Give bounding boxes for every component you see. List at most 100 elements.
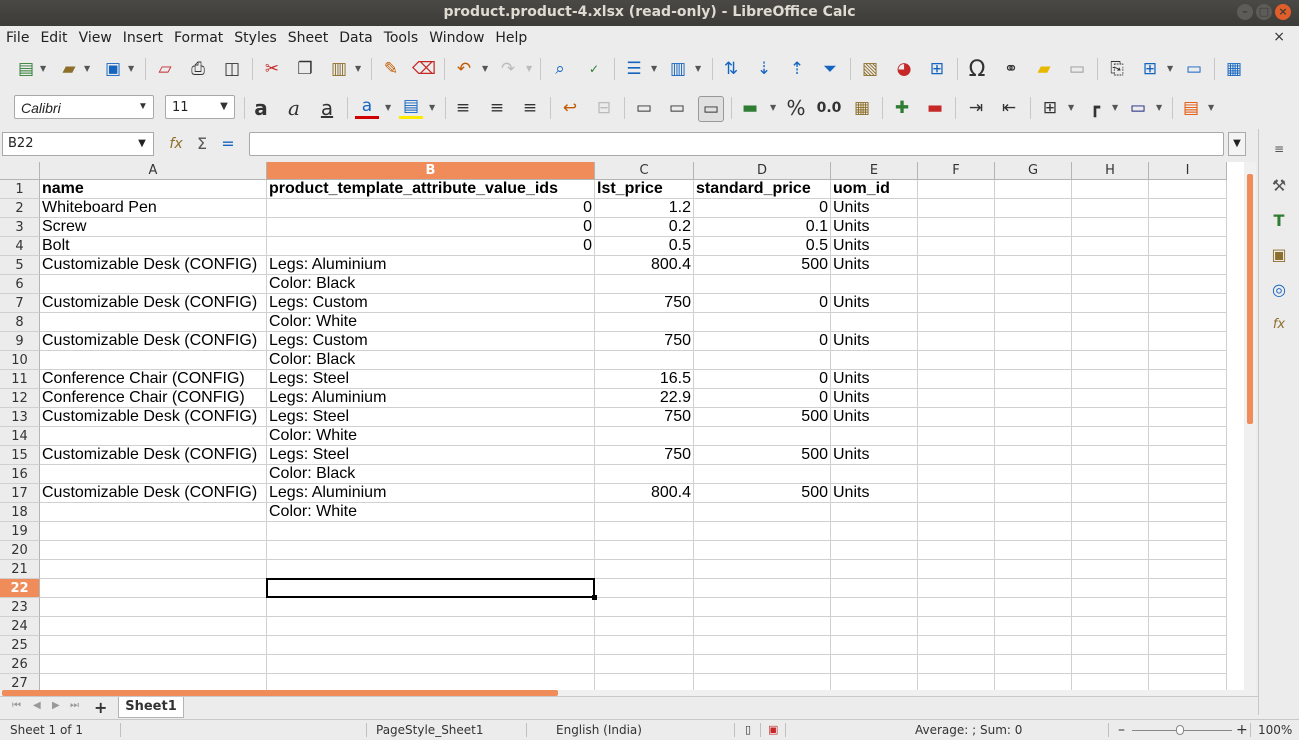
- first-sheet-icon[interactable]: ⏮: [12, 700, 21, 711]
- cell-b4[interactable]: 0: [267, 237, 595, 256]
- vertical-scrollbar[interactable]: [1244, 162, 1256, 690]
- border-color-icon[interactable]: ▭: [1126, 96, 1150, 120]
- next-sheet-icon[interactable]: ▶: [52, 700, 60, 711]
- cell-h27[interactable]: [1072, 674, 1149, 690]
- cell-g20[interactable]: [995, 541, 1072, 560]
- menu-sheet[interactable]: Sheet: [283, 26, 333, 50]
- gallery-icon[interactable]: ▣: [1267, 243, 1291, 267]
- cell-e5[interactable]: Units: [831, 256, 918, 275]
- cell-d5[interactable]: 500: [694, 256, 831, 275]
- vertical-scroll-thumb[interactable]: [1247, 174, 1253, 424]
- spellcheck-icon[interactable]: ✓: [582, 57, 606, 81]
- row-header[interactable]: 5: [0, 256, 40, 275]
- sort-ascending-icon[interactable]: ⇣: [752, 57, 776, 81]
- cell-d13[interactable]: 500: [694, 408, 831, 427]
- expand-formula-bar-icon[interactable]: ▼: [1228, 132, 1246, 156]
- cell-h19[interactable]: [1072, 522, 1149, 541]
- column-header-a[interactable]: A: [40, 162, 267, 180]
- cell-a17[interactable]: Customizable Desk (CONFIG): [40, 484, 267, 503]
- menu-edit[interactable]: Edit: [35, 26, 72, 50]
- cell-f9[interactable]: [918, 332, 995, 351]
- row-header[interactable]: 1: [0, 180, 40, 199]
- page-style[interactable]: PageStyle_Sheet1: [376, 720, 484, 740]
- cell-a9[interactable]: Customizable Desk (CONFIG): [40, 332, 267, 351]
- comment-icon[interactable]: ▰: [1032, 57, 1056, 81]
- cell-c16[interactable]: [595, 465, 694, 484]
- wrap-text-icon[interactable]: ↩: [558, 96, 582, 120]
- cell-f19[interactable]: [918, 522, 995, 541]
- navigator-icon[interactable]: ◎: [1267, 278, 1291, 302]
- row-header[interactable]: 14: [0, 427, 40, 446]
- column-icon[interactable]: ▥: [666, 57, 690, 81]
- percent-format-button[interactable]: %: [784, 96, 808, 120]
- open-dropdown-icon[interactable]: ▼: [84, 64, 90, 73]
- cell-e14[interactable]: [831, 427, 918, 446]
- cell-h26[interactable]: [1072, 655, 1149, 674]
- cell-b24[interactable]: [267, 617, 595, 636]
- cell-f27[interactable]: [918, 674, 995, 690]
- cell-g14[interactable]: [995, 427, 1072, 446]
- cell-f24[interactable]: [918, 617, 995, 636]
- cell-a16[interactable]: [40, 465, 267, 484]
- cell-f5[interactable]: [918, 256, 995, 275]
- cell-g1[interactable]: [995, 180, 1072, 199]
- column-dropdown-icon[interactable]: ▼: [695, 64, 701, 73]
- highlight-dropdown-icon[interactable]: ▼: [429, 103, 435, 112]
- highlight-color-icon[interactable]: ▤: [399, 96, 423, 119]
- cell-i4[interactable]: [1149, 237, 1227, 256]
- menu-window[interactable]: Window: [424, 26, 489, 50]
- cell-h24[interactable]: [1072, 617, 1149, 636]
- cell-a4[interactable]: Bolt: [40, 237, 267, 256]
- save-icon[interactable]: ▣: [101, 57, 125, 81]
- row-header[interactable]: 22: [0, 579, 40, 598]
- cell-i14[interactable]: [1149, 427, 1227, 446]
- cell-d8[interactable]: [694, 313, 831, 332]
- border-color-dropdown-icon[interactable]: ▼: [1156, 103, 1162, 112]
- cell-i9[interactable]: [1149, 332, 1227, 351]
- cell-g23[interactable]: [995, 598, 1072, 617]
- formula-input[interactable]: [249, 132, 1224, 156]
- hyperlink-icon[interactable]: ⚭: [999, 57, 1023, 81]
- cell-d12[interactable]: 0: [694, 389, 831, 408]
- cell-f26[interactable]: [918, 655, 995, 674]
- cell-g11[interactable]: [995, 370, 1072, 389]
- cell-c13[interactable]: 750: [595, 408, 694, 427]
- cell-c24[interactable]: [595, 617, 694, 636]
- cell-c3[interactable]: 0.2: [595, 218, 694, 237]
- row-header[interactable]: 11: [0, 370, 40, 389]
- cell-h13[interactable]: [1072, 408, 1149, 427]
- cell-g22[interactable]: [995, 579, 1072, 598]
- text-language[interactable]: English (India): [556, 720, 642, 740]
- menu-tools[interactable]: Tools: [379, 26, 424, 50]
- cell-f14[interactable]: [918, 427, 995, 446]
- cell-c12[interactable]: 22.9: [595, 389, 694, 408]
- new-dropdown-icon[interactable]: ▼: [40, 64, 46, 73]
- cell-h3[interactable]: [1072, 218, 1149, 237]
- cell-i22[interactable]: [1149, 579, 1227, 598]
- cell-d23[interactable]: [694, 598, 831, 617]
- cell-e12[interactable]: Units: [831, 389, 918, 408]
- column-header-c[interactable]: C: [595, 162, 694, 180]
- sum-button[interactable]: Σ: [192, 132, 212, 156]
- cell-b10[interactable]: Color: Black: [267, 351, 595, 370]
- cell-a27[interactable]: [40, 674, 267, 690]
- merge-cells-icon[interactable]: ⊟: [592, 96, 616, 120]
- row-header[interactable]: 18: [0, 503, 40, 522]
- zoom-out-button[interactable]: –: [1118, 720, 1125, 740]
- cell-b16[interactable]: Color: Black: [267, 465, 595, 484]
- cell-d17[interactable]: 500: [694, 484, 831, 503]
- cell-e27[interactable]: [831, 674, 918, 690]
- decrease-indent-icon[interactable]: ⇤: [997, 96, 1021, 120]
- font-size-box[interactable]: 11 ▼: [165, 95, 235, 119]
- clone-formatting-icon[interactable]: ✎: [379, 57, 403, 81]
- select-all-corner[interactable]: [0, 162, 40, 180]
- cell-d18[interactable]: [694, 503, 831, 522]
- cell-b11[interactable]: Legs: Steel: [267, 370, 595, 389]
- cell-i23[interactable]: [1149, 598, 1227, 617]
- print-icon[interactable]: ⎙: [186, 57, 210, 81]
- cell-e25[interactable]: [831, 636, 918, 655]
- font-size-dropdown-icon[interactable]: ▼: [214, 96, 234, 118]
- cell-c11[interactable]: 16.5: [595, 370, 694, 389]
- cell-i20[interactable]: [1149, 541, 1227, 560]
- split-window-icon[interactable]: ▭: [1182, 57, 1206, 81]
